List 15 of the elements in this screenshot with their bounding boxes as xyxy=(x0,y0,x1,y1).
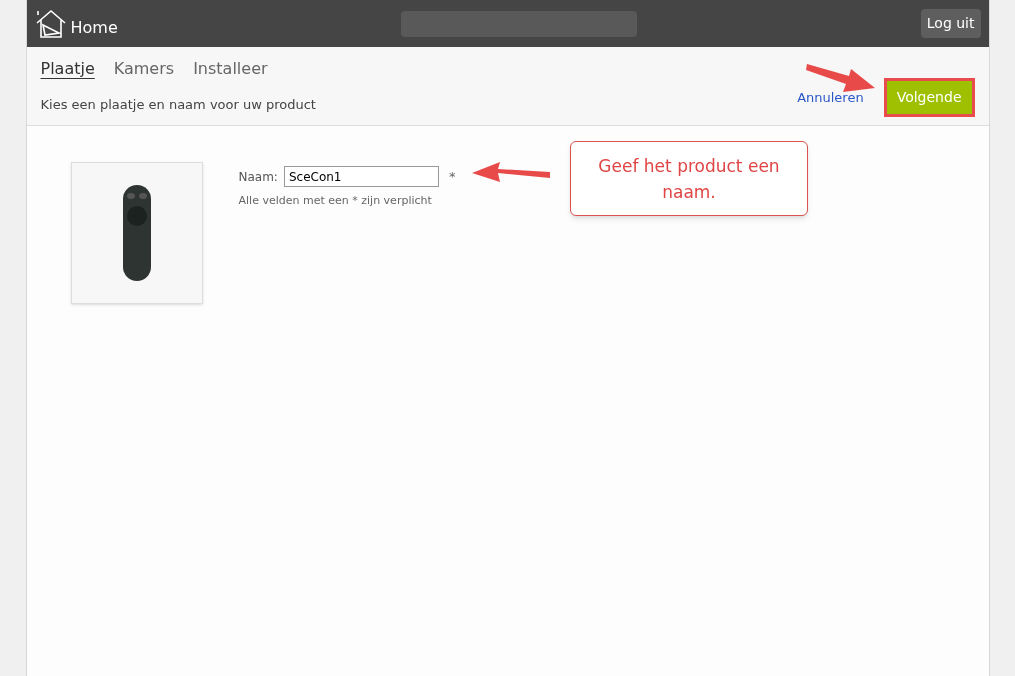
nav-tab[interactable]: Kamers xyxy=(113,57,175,81)
logout-button[interactable]: Log uit xyxy=(920,9,981,38)
cancel-link[interactable]: Annuleren xyxy=(797,87,864,107)
required-mark: * xyxy=(448,167,456,186)
field-label: Naam: xyxy=(238,168,278,186)
required-note: Alle velden met een * zijn verplicht xyxy=(238,193,433,209)
product-image-card[interactable] xyxy=(70,162,203,304)
remote-control-icon xyxy=(121,184,152,282)
name-input-field[interactable]: SceCon1 xyxy=(283,166,439,187)
callout-bubble: Geef het product een naam. xyxy=(570,141,808,216)
header-title: Home xyxy=(70,16,118,39)
subtitle-text: Kies een plaatje en naam voor uw product xyxy=(40,96,316,114)
house-logo-icon xyxy=(34,8,67,39)
nav-tab[interactable]: Plaatje xyxy=(40,57,95,81)
nav-tab[interactable]: Installeer xyxy=(193,57,268,81)
